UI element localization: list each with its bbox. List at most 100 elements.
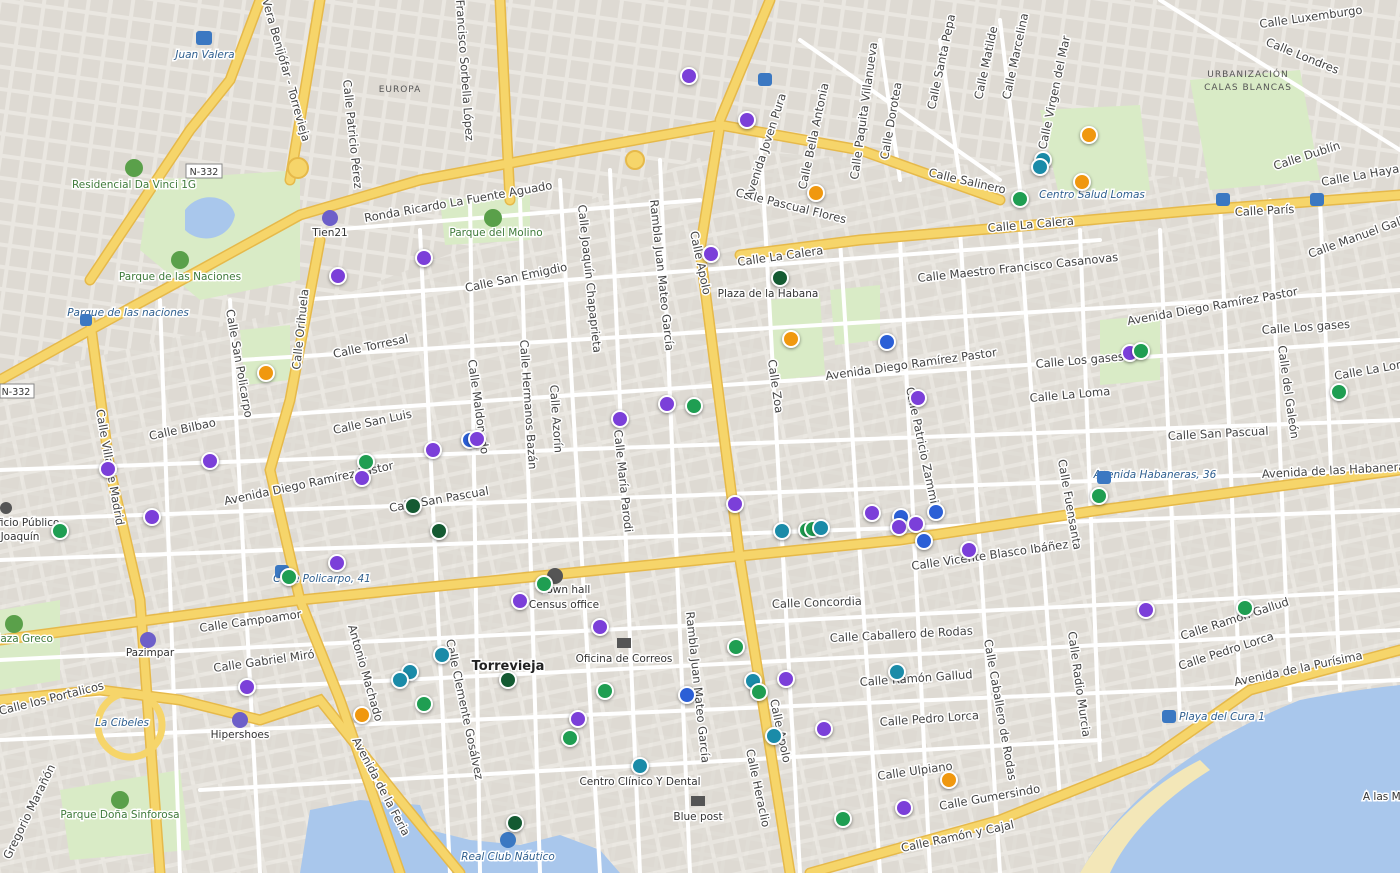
map-marker-teal[interactable] <box>433 646 451 664</box>
poi-label-dona-sinforosa: Parque Doña Sinforosa <box>60 809 179 821</box>
map-marker-green[interactable] <box>727 638 745 656</box>
map-basemap: N-332 N-332 URBANIZACIÓN CALAS BLANCAS E… <box>0 0 1400 873</box>
map-marker-purple[interactable] <box>569 710 587 728</box>
poi-label-centro-salud: Centro Salud Lomas <box>1039 189 1145 201</box>
park-icon <box>171 251 189 269</box>
map-marker-orange[interactable] <box>257 364 275 382</box>
map-marker-purple[interactable] <box>611 410 629 428</box>
bus-stop-icon <box>80 314 92 326</box>
poi-label-residencial: Residencial Da Vinci 1G <box>72 179 196 191</box>
map-marker-darkgreen[interactable] <box>404 497 422 515</box>
map-marker-orange[interactable] <box>807 184 825 202</box>
poi-label-blue-post: Blue post <box>673 811 722 823</box>
map-marker-green[interactable] <box>561 729 579 747</box>
map-marker-purple[interactable] <box>815 720 833 738</box>
map-marker-purple[interactable] <box>328 554 346 572</box>
map-marker-purple[interactable] <box>680 67 698 85</box>
post-office-icon <box>691 796 705 806</box>
map-marker-purple[interactable] <box>201 452 219 470</box>
map-marker-green[interactable] <box>834 810 852 828</box>
map-marker-teal[interactable] <box>773 522 791 540</box>
map-marker-green[interactable] <box>415 695 433 713</box>
poi-label-pazimpar: Pazimpar <box>126 647 175 659</box>
map-marker-teal[interactable] <box>888 663 906 681</box>
bus-stop-icon <box>1310 193 1324 206</box>
map-marker-green[interactable] <box>596 682 614 700</box>
map-marker-purple[interactable] <box>777 670 795 688</box>
map-marker-purple[interactable] <box>658 395 676 413</box>
map-marker-purple[interactable] <box>143 508 161 526</box>
map-marker-purple[interactable] <box>99 460 117 478</box>
map-marker-teal[interactable] <box>812 519 830 537</box>
map-marker-purple[interactable] <box>1137 601 1155 619</box>
bus-stop-icon <box>1162 710 1176 723</box>
map-marker-orange[interactable] <box>940 771 958 789</box>
bus-stop-icon <box>1097 471 1111 484</box>
park-icon <box>111 791 129 809</box>
map-marker-purple[interactable] <box>863 504 881 522</box>
map-marker-blue[interactable] <box>878 333 896 351</box>
map-marker-darkgreen[interactable] <box>771 269 789 287</box>
poi-label-tien21: Tien21 <box>311 227 347 239</box>
poi-label-avenida-habaneras-36: Avenida Habaneras, 36 <box>1093 469 1217 481</box>
park-icon <box>484 209 502 227</box>
map-marker-darkgreen[interactable] <box>430 522 448 540</box>
area-label-europa: EUROPA <box>379 85 422 95</box>
map-marker-purple[interactable] <box>960 541 978 559</box>
map-marker-darkgreen[interactable] <box>506 814 524 832</box>
park-icon <box>125 159 143 177</box>
bus-stop-icon <box>758 73 772 86</box>
map-marker-green[interactable] <box>685 397 703 415</box>
map-marker-orange[interactable] <box>782 330 800 348</box>
bus-stop-icon <box>196 31 212 45</box>
map-marker-orange[interactable] <box>1073 173 1091 191</box>
area-label-calas-blancas: CALAS BLANCAS <box>1204 83 1292 93</box>
map-marker-green[interactable] <box>750 683 768 701</box>
map-marker-purple[interactable] <box>726 495 744 513</box>
map-marker-purple[interactable] <box>329 267 347 285</box>
map-marker-green[interactable] <box>1330 383 1348 401</box>
map-marker-green[interactable] <box>1236 599 1254 617</box>
map-marker-green[interactable] <box>1090 487 1108 505</box>
map-marker-teal[interactable] <box>391 671 409 689</box>
map-marker-teal[interactable] <box>765 727 783 745</box>
poi-label-hipershoes: Hipershoes <box>211 729 270 741</box>
map-marker-green[interactable] <box>51 522 69 540</box>
map-marker-purple[interactable] <box>890 518 908 536</box>
park-icon <box>5 615 23 633</box>
map-marker-purple[interactable] <box>468 430 486 448</box>
map-marker-green[interactable] <box>535 575 553 593</box>
poi-label-parque-molino: Parque del Molino <box>449 227 542 239</box>
map-marker-purple[interactable] <box>511 592 529 610</box>
area-label-urbanizacion: URBANIZACIÓN <box>1207 68 1288 80</box>
map-marker-teal[interactable] <box>631 757 649 775</box>
map-marker-purple[interactable] <box>907 515 925 533</box>
map-marker-purple[interactable] <box>353 469 371 487</box>
route-shield-n332-left: N-332 <box>0 383 35 399</box>
map-marker-green[interactable] <box>1011 190 1029 208</box>
poi-label-a-las-mo: A las Mo <box>1363 791 1400 803</box>
map-marker-purple[interactable] <box>909 389 927 407</box>
map-marker-purple[interactable] <box>238 678 256 696</box>
map-marker-green[interactable] <box>280 568 298 586</box>
map-marker-darkgreen[interactable] <box>499 671 517 689</box>
map-marker-blue[interactable] <box>915 532 933 550</box>
map-marker-purple[interactable] <box>738 111 756 129</box>
poi-label-plaza-greco: Plaza Greco <box>0 633 53 645</box>
map-marker-orange[interactable] <box>353 706 371 724</box>
map-marker-purple[interactable] <box>415 249 433 267</box>
map-marker-purple[interactable] <box>424 441 442 459</box>
map-view[interactable]: N-332 N-332 URBANIZACIÓN CALAS BLANCAS E… <box>0 0 1400 873</box>
poi-label-oficina-correos: Oficina de Correos <box>576 653 673 665</box>
poi-label-real-club: Real Club Náutico <box>461 851 555 863</box>
map-marker-orange[interactable] <box>1080 126 1098 144</box>
map-marker-teal[interactable] <box>1031 158 1049 176</box>
shop-icon <box>232 712 248 728</box>
map-marker-blue[interactable] <box>678 686 696 704</box>
map-marker-blue[interactable] <box>927 503 945 521</box>
map-marker-purple[interactable] <box>895 799 913 817</box>
map-marker-green[interactable] <box>1132 342 1150 360</box>
map-marker-purple[interactable] <box>702 245 720 263</box>
anchor-icon <box>500 832 516 848</box>
map-marker-purple[interactable] <box>591 618 609 636</box>
